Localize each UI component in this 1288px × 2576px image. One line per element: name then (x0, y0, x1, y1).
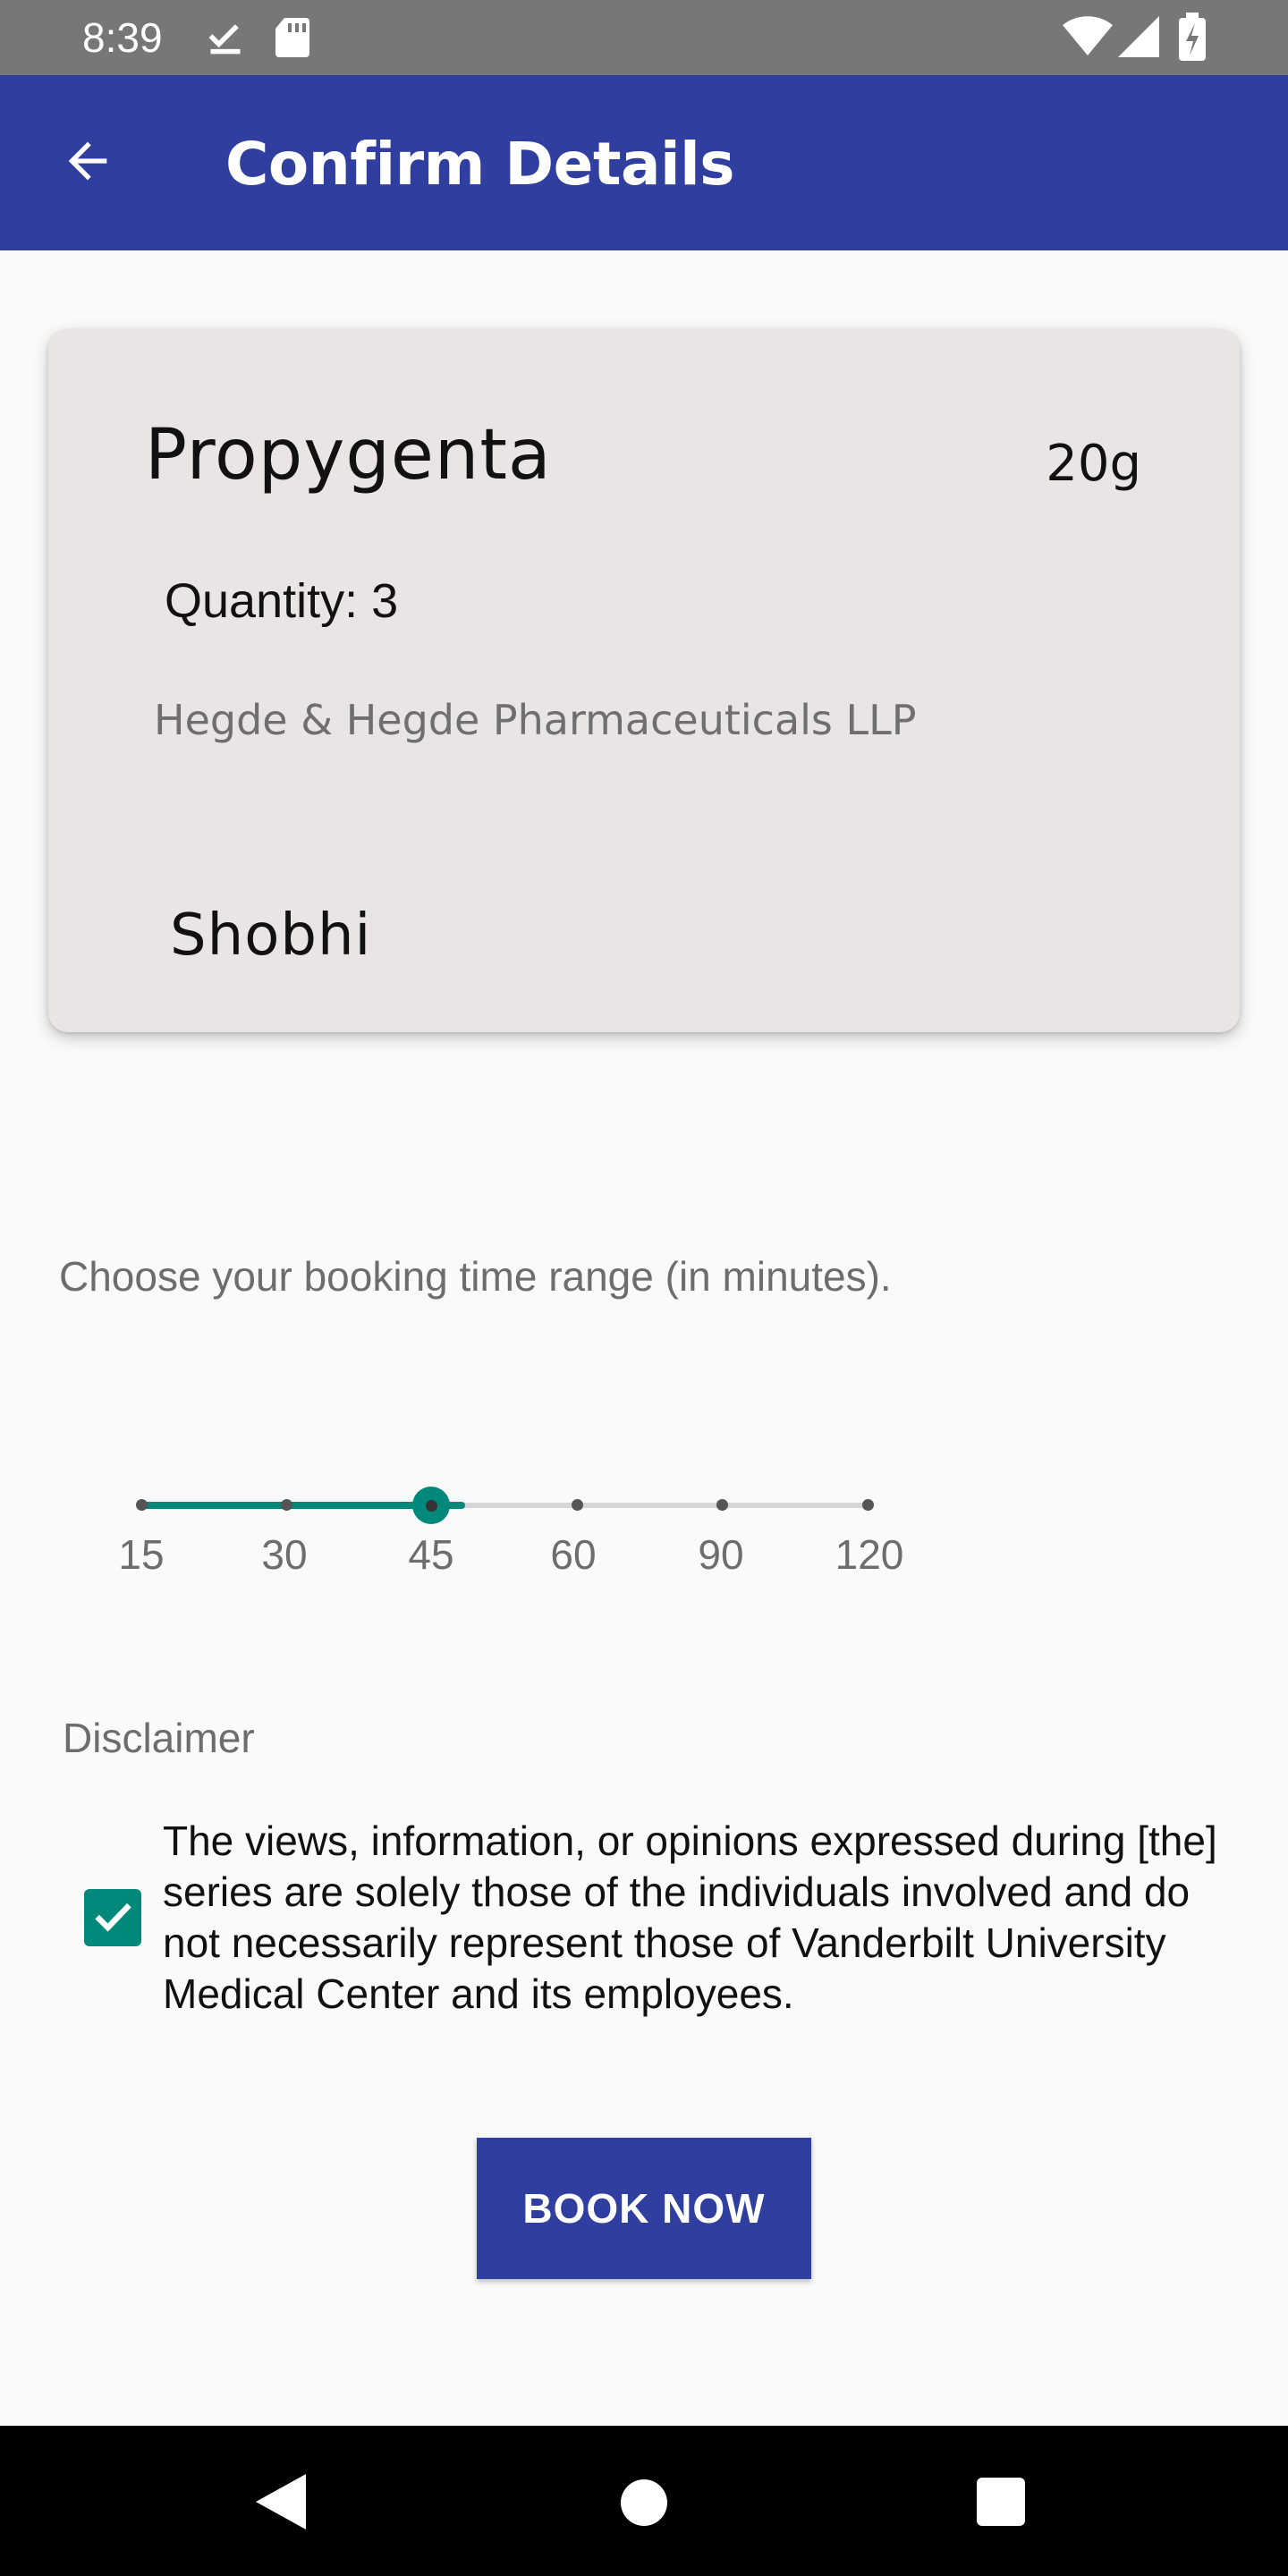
book-now-button[interactable]: BOOK NOW (477, 2138, 811, 2279)
slider-tick-15[interactable] (136, 1499, 148, 1511)
checkmark-icon (89, 1893, 136, 1944)
product-card: Propygenta 20g Quantity: 3 Hegde & Hegde… (48, 329, 1240, 1032)
page-title: Confirm Details (225, 130, 735, 199)
slider-thumb-center (425, 1499, 437, 1512)
disclaimer-title: Disclaimer (63, 1715, 255, 1761)
sd-card-icon (274, 16, 309, 64)
slider-tick-120[interactable] (862, 1499, 874, 1511)
product-quantity: Quantity: 3 (165, 574, 399, 628)
slider-label: 15 (118, 1531, 165, 1578)
slider-label: 120 (835, 1531, 904, 1578)
slider-label: 45 (408, 1531, 454, 1578)
disclaimer-text: The views, information, or opinions expr… (163, 1818, 1217, 2017)
slider-label: 90 (698, 1531, 744, 1578)
slider-tick-90[interactable] (716, 1499, 728, 1511)
product-size: 20g (1046, 435, 1141, 493)
back-button[interactable] (43, 118, 132, 208)
back-triangle-icon[interactable] (256, 2474, 306, 2534)
arrow-back-icon (59, 132, 116, 194)
slider-label: 60 (550, 1531, 597, 1578)
slider-label: 30 (261, 1531, 308, 1578)
home-circle-icon[interactable] (621, 2479, 667, 2530)
seller-name: Shobhi (170, 902, 372, 969)
booking-time-slider[interactable]: 15 30 45 60 90 120 (107, 1467, 903, 1592)
recents-square-icon[interactable] (977, 2478, 1025, 2530)
slider-tick-30[interactable] (281, 1499, 292, 1511)
status-bar: 8:39 (0, 0, 1288, 75)
signal-icon (1118, 16, 1159, 62)
download-done-icon (206, 18, 245, 62)
system-nav-bar (0, 2426, 1288, 2576)
status-time: 8:39 (82, 14, 163, 61)
slider-tick-60[interactable] (572, 1499, 583, 1511)
product-name: Propygenta (145, 415, 552, 496)
app-bar: Confirm Details (0, 75, 1288, 250)
manufacturer-name: Hegde & Hegde Pharmaceuticals LLP (154, 696, 917, 744)
battery-charging-icon (1179, 13, 1206, 65)
disclaimer-checkbox[interactable] (84, 1889, 141, 1946)
slider-thumb[interactable] (412, 1487, 450, 1524)
wifi-icon (1063, 16, 1113, 62)
booking-range-label: Choose your booking time range (in minut… (59, 1253, 892, 1300)
